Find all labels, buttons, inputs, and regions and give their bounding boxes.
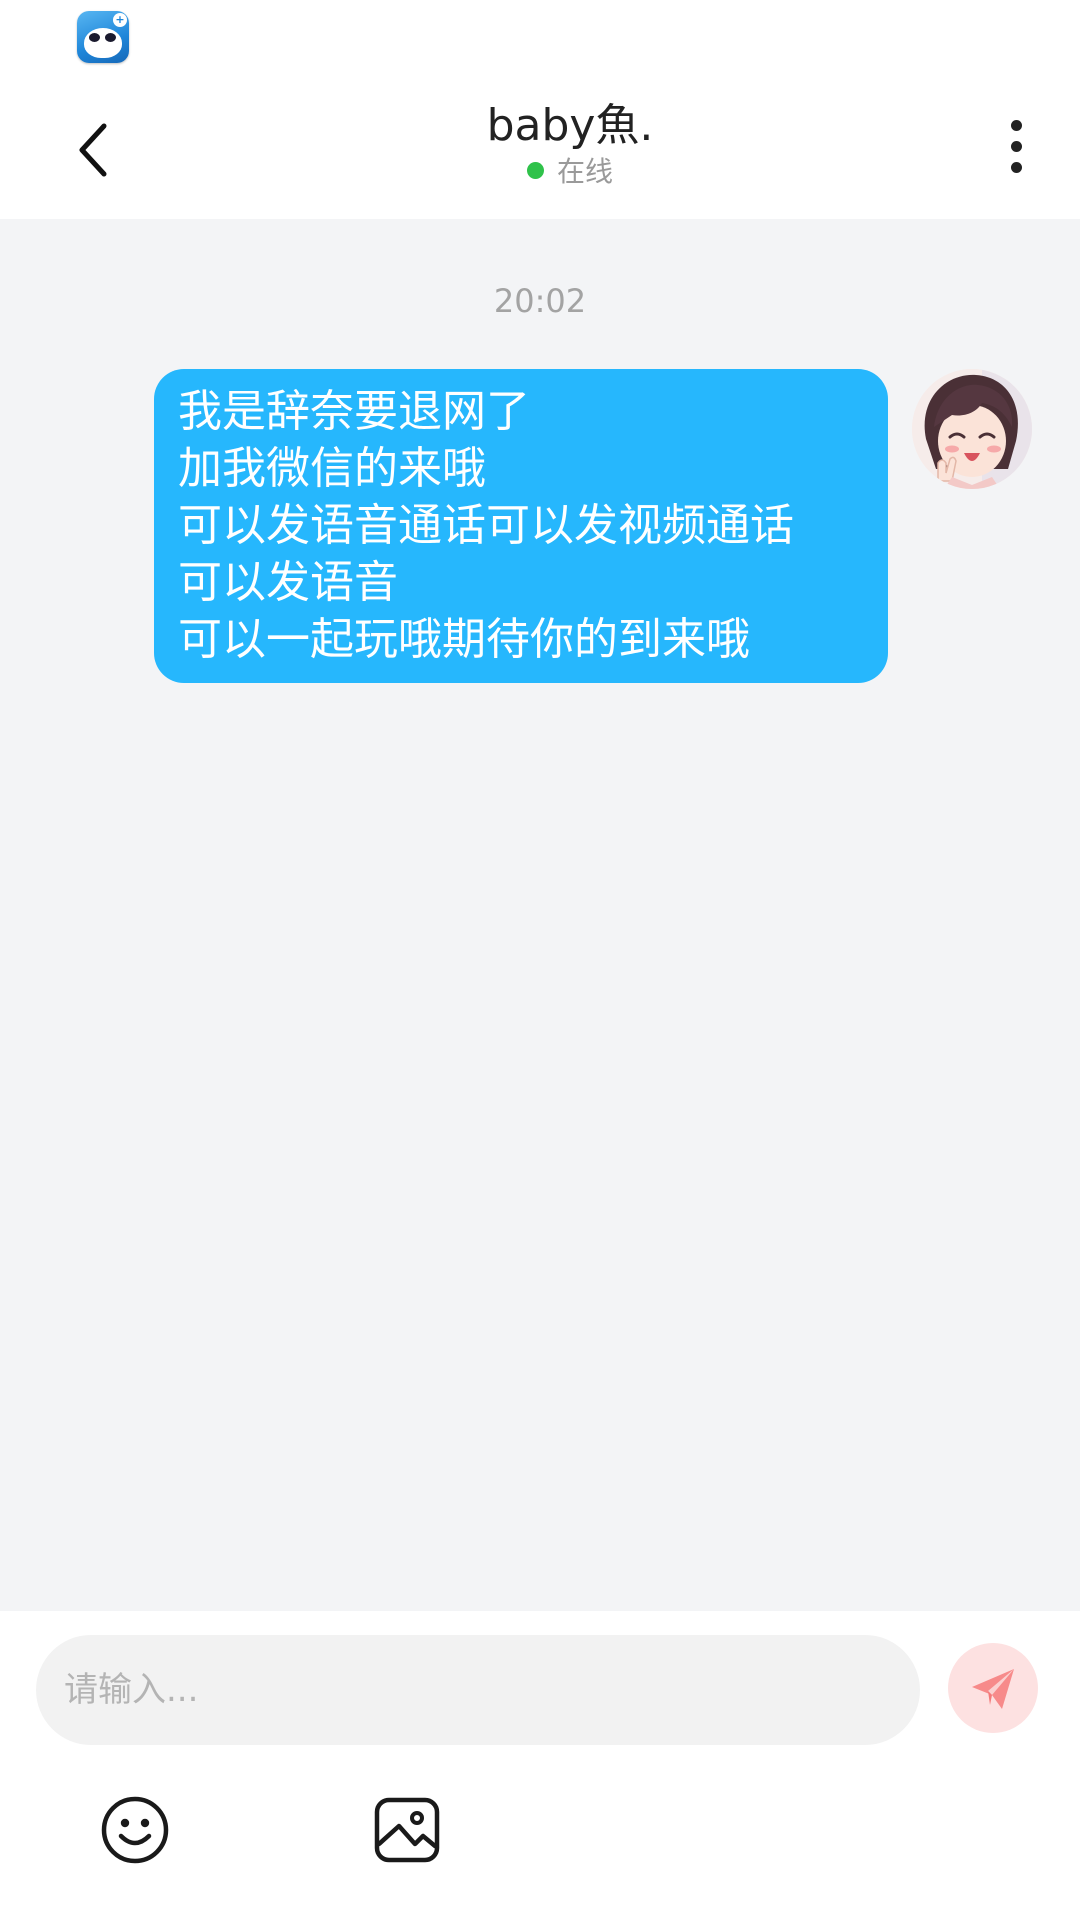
image-icon xyxy=(374,1797,440,1863)
status-bar: + xyxy=(0,0,1080,76)
message-line: 我是辞奈要退网了 xyxy=(178,386,530,437)
presence-status: 在线 xyxy=(340,154,800,190)
message-list[interactable]: 20:02 我是辞奈要退网了 加我微信的来哦 可以发语音通话可以发视频通话 可以… xyxy=(0,219,1080,1611)
message-bubble[interactable]: 我是辞奈要退网了 加我微信的来哦 可以发语音通话可以发视频通话 可以发语音 可以… xyxy=(154,369,888,683)
anime-avatar-image xyxy=(912,369,1032,489)
chat-title: baby魚. xyxy=(486,100,654,151)
app-notification-icon: + xyxy=(77,11,129,63)
back-button[interactable] xyxy=(66,114,126,184)
presence-label: 在线 xyxy=(556,155,613,188)
message-line: 加我微信的来哦 xyxy=(178,443,486,494)
chevron-left-icon xyxy=(79,123,107,177)
image-button[interactable] xyxy=(371,1794,443,1866)
message-input[interactable] xyxy=(36,1635,920,1745)
send-button[interactable] xyxy=(948,1643,1038,1733)
composer-panel xyxy=(0,1611,1080,1920)
more-vertical-icon xyxy=(996,120,1036,173)
message-line: 可以发语音 xyxy=(178,557,398,608)
message-line: 可以发语音通话可以发视频通话 xyxy=(178,500,794,551)
message-line: 可以一起玩哦期待你的到来哦 xyxy=(178,614,750,665)
chat-header: baby魚. 在线 xyxy=(0,76,1080,219)
emoji-button[interactable] xyxy=(99,1794,171,1866)
title-block: baby魚. 在线 xyxy=(340,98,800,190)
avatar[interactable] xyxy=(912,369,1032,489)
smiley-icon xyxy=(101,1796,169,1864)
message-timestamp: 20:02 xyxy=(493,282,587,320)
more-options-button[interactable] xyxy=(996,120,1036,180)
paper-plane-icon xyxy=(972,1669,1014,1709)
online-dot-icon xyxy=(526,162,544,179)
